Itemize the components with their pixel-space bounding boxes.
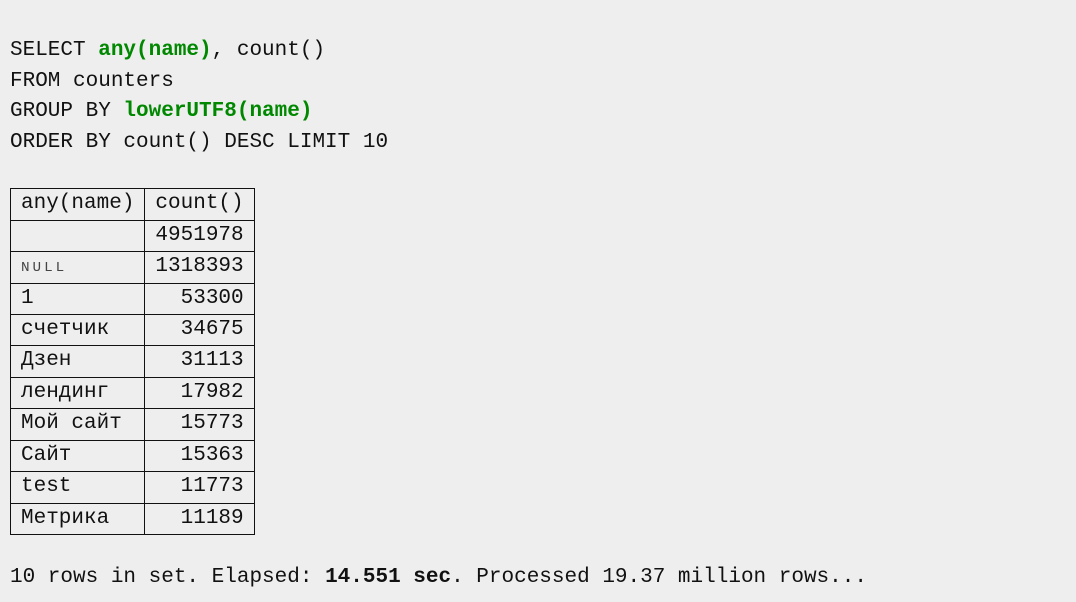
cell-name: test (11, 472, 145, 503)
table-row: 4951978 (11, 220, 255, 251)
cell-name: лендинг (11, 377, 145, 408)
cell-name: Сайт (11, 440, 145, 471)
table-row: 153300 (11, 283, 255, 314)
cell-name: 1 (11, 283, 145, 314)
cell-name: Дзен (11, 346, 145, 377)
result-footer: 10 rows in set. Elapsed: 14.551 sec. Pro… (10, 563, 1066, 593)
table-row: Сайт15363 (11, 440, 255, 471)
sql-line-3: GROUP BY lowerUTF8(name) (10, 100, 312, 123)
table-row: Мой сайт15773 (11, 409, 255, 440)
table-row: лендинг17982 (11, 377, 255, 408)
table-row: NULL1318393 (11, 252, 255, 283)
cell-count: 17982 (145, 377, 254, 408)
sql-line-4: ORDER BY count() DESC LIMIT 10 (10, 131, 388, 154)
sql-line-1: SELECT any(name), count() (10, 39, 325, 62)
table-row: test11773 (11, 472, 255, 503)
cell-name: Мой сайт (11, 409, 145, 440)
cell-name: счетчик (11, 314, 145, 345)
sql-line-2: FROM counters (10, 70, 174, 93)
cell-count: 15363 (145, 440, 254, 471)
cell-count: 53300 (145, 283, 254, 314)
cell-name: NULL (11, 252, 145, 283)
cell-name: Метрика (11, 503, 145, 534)
column-header-name: any(name) (11, 189, 145, 220)
sql-query: SELECT any(name), count() FROM counters … (10, 6, 1066, 158)
cell-count: 34675 (145, 314, 254, 345)
table-row: Метрика11189 (11, 503, 255, 534)
column-header-count: count() (145, 189, 254, 220)
cell-count: 4951978 (145, 220, 254, 251)
table-row: счетчик34675 (11, 314, 255, 345)
table-row: Дзен31113 (11, 346, 255, 377)
cell-count: 15773 (145, 409, 254, 440)
cell-count: 31113 (145, 346, 254, 377)
cell-name (11, 220, 145, 251)
cell-count: 1318393 (145, 252, 254, 283)
result-table: any(name) count() 4951978NULL13183931533… (10, 188, 255, 535)
cell-count: 11189 (145, 503, 254, 534)
cell-count: 11773 (145, 472, 254, 503)
